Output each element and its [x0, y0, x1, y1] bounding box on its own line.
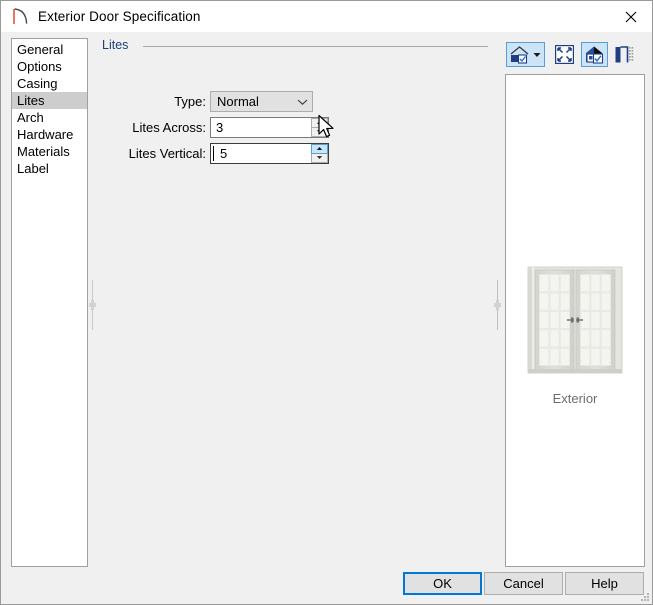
- help-button[interactable]: Help: [565, 572, 644, 595]
- ok-button-label: OK: [433, 576, 452, 591]
- type-label: Type:: [174, 94, 206, 109]
- color-toggle-button[interactable]: [581, 42, 608, 67]
- spin-up-arrow-icon: [316, 147, 323, 151]
- double-french-door-preview: [527, 266, 623, 374]
- house-view-icon: [510, 46, 529, 64]
- sidebar-item-arch[interactable]: Arch: [12, 109, 87, 126]
- splitter-grip: [494, 300, 501, 310]
- title-bar: Exterior Door Specification: [1, 1, 652, 32]
- sidebar-item-casing[interactable]: Casing: [12, 75, 87, 92]
- sidebar-item-options[interactable]: Options: [12, 58, 87, 75]
- lites-across-label: Lites Across:: [132, 120, 206, 135]
- sidebar-item-label: General: [17, 42, 64, 57]
- lites-across-value: 3: [216, 120, 224, 135]
- type-dropdown-value: Normal: [217, 94, 259, 109]
- text-caret: [213, 146, 214, 161]
- lites-vertical-spin-down[interactable]: [311, 153, 328, 163]
- lites-vertical-spin-up[interactable]: [311, 144, 328, 154]
- sidebar-item-lites[interactable]: Lites: [12, 92, 87, 109]
- sidebar-item-materials[interactable]: Materials: [12, 143, 87, 160]
- sidebar-item-label: Materials: [17, 144, 70, 159]
- window-title: Exterior Door Specification: [38, 9, 201, 24]
- type-dropdown[interactable]: Normal: [210, 91, 313, 112]
- help-button-label: Help: [591, 576, 618, 591]
- group-label: Lites: [102, 38, 135, 52]
- lites-vertical-input[interactable]: 5: [211, 144, 311, 163]
- close-icon: [625, 11, 637, 22]
- spin-up-arrow-icon: [316, 121, 323, 125]
- sidebar-item-label: Options: [17, 59, 62, 74]
- close-button[interactable]: [608, 1, 652, 32]
- chevron-down-icon: [292, 92, 312, 111]
- spin-down-arrow-icon: [316, 156, 323, 160]
- lites-group-box: Lites: [102, 38, 488, 68]
- lites-vertical-label: Lites Vertical:: [128, 146, 206, 161]
- dialog-client-area: General Options Casing Lites Arch Hardwa…: [1, 32, 652, 604]
- glass-house-button[interactable]: [611, 42, 638, 67]
- category-list[interactable]: General Options Casing Lites Arch Hardwa…: [11, 38, 88, 567]
- dropdown-arrow-icon: [533, 52, 541, 57]
- lites-across-spin-down[interactable]: [311, 127, 328, 137]
- lites-vertical-value: 5: [220, 146, 228, 161]
- sidebar-item-label: Hardware: [17, 127, 74, 142]
- sidebar-item-label: Lites: [17, 93, 45, 108]
- cancel-button-label: Cancel: [503, 576, 544, 591]
- lites-across-spinner[interactable]: [311, 118, 328, 137]
- preview-caption: Exterior: [552, 391, 598, 406]
- sidebar-item-label: Arch: [17, 110, 44, 125]
- preview-toolbar: [506, 40, 646, 69]
- group-divider: [143, 46, 488, 47]
- sidebar-item-hardware[interactable]: Hardware: [12, 126, 87, 143]
- left-splitter-handle[interactable]: [88, 35, 97, 575]
- preview-panel[interactable]: Exterior: [505, 74, 645, 567]
- sidebar-item-general[interactable]: General: [12, 41, 87, 58]
- lites-across-input[interactable]: 3: [211, 118, 311, 137]
- type-label-row: Type:: [142, 91, 206, 112]
- right-splitter-handle[interactable]: [493, 35, 502, 575]
- lites-across-label-row: Lites Across:: [112, 117, 206, 138]
- resize-grip-icon[interactable]: [639, 591, 651, 603]
- sidebar-item-label: Casing: [17, 76, 58, 91]
- preview-view-dropdown[interactable]: [530, 42, 545, 67]
- lites-vertical-spinner[interactable]: [311, 144, 328, 163]
- splitter-grip: [89, 300, 96, 310]
- door-swing-icon: [13, 7, 28, 24]
- lites-vertical-field[interactable]: 5: [210, 143, 329, 164]
- glass-house-icon: [615, 46, 634, 63]
- ok-button[interactable]: OK: [403, 572, 482, 595]
- fill-window-icon: [555, 45, 574, 64]
- lites-vertical-label-row: Lites Vertical:: [112, 143, 206, 164]
- sidebar-item-label: Label: [17, 161, 49, 176]
- fill-window-button[interactable]: [551, 42, 578, 67]
- lites-across-field[interactable]: 3: [210, 117, 329, 138]
- exterior-door-specification-dialog: Exterior Door Specification General Opti…: [0, 0, 653, 605]
- preview-view-button[interactable]: [506, 42, 533, 67]
- door-preview-wrap: Exterior: [506, 265, 644, 406]
- cancel-button[interactable]: Cancel: [484, 572, 563, 595]
- spin-down-arrow-icon: [316, 130, 323, 134]
- color-on-off-icon: [586, 46, 604, 64]
- sidebar-item-label-page[interactable]: Label: [12, 160, 87, 177]
- lites-across-spin-up[interactable]: [311, 118, 328, 128]
